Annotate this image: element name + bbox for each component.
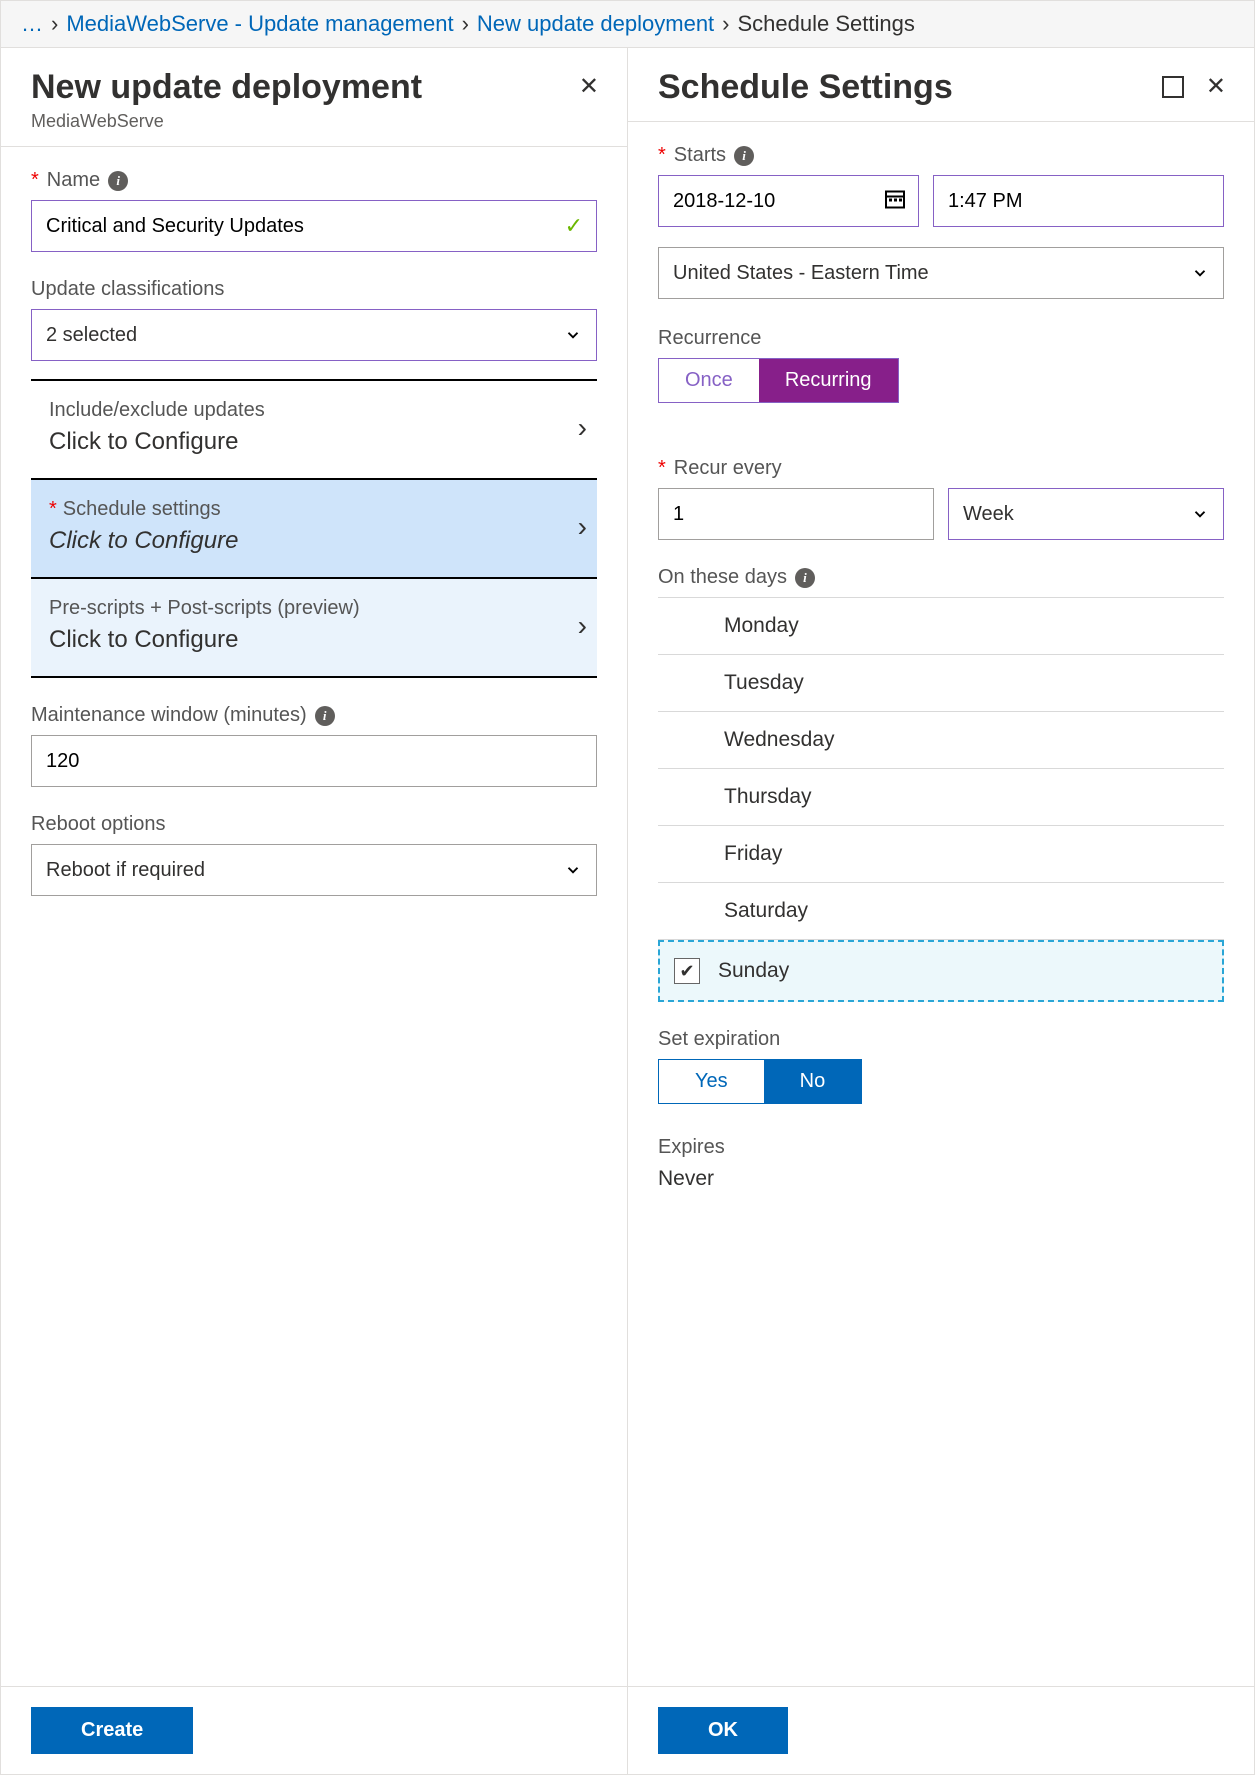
recur-every-label: Recur every [674, 457, 782, 480]
chevron-down-icon [1191, 505, 1209, 523]
pane-title: Schedule Settings [658, 68, 1224, 107]
close-icon[interactable] [579, 72, 599, 101]
pane-new-update-deployment: New update deployment MediaWebServe * Na… [1, 48, 628, 1774]
breadcrumb-item-1[interactable]: New update deployment [477, 11, 714, 37]
breadcrumb-ellipsis[interactable]: … [21, 11, 43, 37]
pane-title: New update deployment [31, 68, 597, 107]
pin-icon[interactable] [1162, 76, 1184, 98]
expires-label: Expires [658, 1136, 725, 1159]
reboot-value: Reboot if required [46, 859, 205, 882]
expires-value: Never [658, 1167, 1224, 1191]
expiration-toggle: Yes No [658, 1059, 862, 1104]
recur-unit-value: Week [963, 503, 1014, 526]
ok-button[interactable]: OK [658, 1707, 788, 1754]
chevron-right-icon [578, 511, 587, 543]
breadcrumb-item-2: Schedule Settings [738, 11, 915, 37]
pane-subtitle: MediaWebServe [31, 111, 597, 132]
name-label: Name [47, 169, 100, 192]
timezone-value: United States - Eastern Time [673, 262, 929, 285]
chevron-down-icon [564, 861, 582, 879]
expiration-option-no[interactable]: No [764, 1060, 862, 1103]
day-row-saturday[interactable]: Saturday [658, 883, 1224, 940]
timezone-select[interactable]: United States - Eastern Time [658, 247, 1224, 299]
breadcrumb: … MediaWebServe - Update management New … [1, 1, 1254, 48]
recur-unit-select[interactable]: Week [948, 488, 1224, 540]
chevron-right-icon [578, 412, 587, 444]
close-icon[interactable] [1206, 72, 1226, 101]
name-input[interactable] [31, 200, 597, 252]
reboot-label: Reboot options [31, 813, 166, 836]
start-time-input[interactable] [933, 175, 1224, 227]
section-schedule-settings[interactable]: *Schedule settings Click to Configure [31, 478, 597, 577]
chevron-right-icon [51, 11, 58, 37]
day-row-tuesday[interactable]: Tuesday [658, 655, 1224, 712]
day-row-monday[interactable]: Monday [658, 598, 1224, 655]
chevron-right-icon [462, 11, 469, 37]
chevron-down-icon [564, 326, 582, 344]
chevron-right-icon [578, 610, 587, 642]
breadcrumb-item-0[interactable]: MediaWebServe - Update management [66, 11, 453, 37]
recur-every-input[interactable] [658, 488, 934, 540]
calendar-icon[interactable] [883, 187, 907, 216]
expiration-option-yes[interactable]: Yes [659, 1060, 764, 1103]
recurrence-option-recurring[interactable]: Recurring [759, 359, 898, 402]
info-icon[interactable]: i [108, 171, 128, 191]
reboot-select[interactable]: Reboot if required [31, 844, 597, 896]
recurrence-toggle: Once Recurring [658, 358, 899, 403]
day-row-sunday[interactable]: ✔ Sunday [658, 940, 1224, 1002]
day-row-friday[interactable]: Friday [658, 826, 1224, 883]
maintenance-label: Maintenance window (minutes) [31, 704, 307, 727]
section-include-exclude[interactable]: Include/exclude updates Click to Configu… [31, 379, 597, 478]
classifications-value: 2 selected [46, 324, 137, 347]
info-icon[interactable]: i [734, 146, 754, 166]
info-icon[interactable]: i [795, 568, 815, 588]
maintenance-input[interactable] [31, 735, 597, 787]
required-indicator: * [31, 169, 39, 192]
classifications-select[interactable]: 2 selected [31, 309, 597, 361]
start-date-input[interactable] [658, 175, 919, 227]
pane-schedule-settings: Schedule Settings * Starts i [628, 48, 1254, 1774]
classifications-label: Update classifications [31, 278, 224, 301]
chevron-down-icon [1191, 264, 1209, 282]
day-row-wednesday[interactable]: Wednesday [658, 712, 1224, 769]
recurrence-option-once[interactable]: Once [659, 359, 759, 402]
chevron-right-icon [722, 11, 729, 37]
checkbox-checked-icon[interactable]: ✔ [674, 958, 700, 984]
check-icon: ✓ [565, 213, 583, 239]
starts-label: Starts [674, 144, 726, 167]
days-list: Monday Tuesday Wednesday Thursday Friday… [658, 597, 1224, 1002]
recurrence-label: Recurrence [658, 327, 761, 350]
info-icon[interactable]: i [315, 706, 335, 726]
create-button[interactable]: Create [31, 1707, 193, 1754]
expiration-label: Set expiration [658, 1028, 780, 1051]
section-pre-post-scripts[interactable]: Pre-scripts + Post-scripts (preview) Cli… [31, 577, 597, 678]
days-label: On these days [658, 566, 787, 589]
day-row-thursday[interactable]: Thursday [658, 769, 1224, 826]
